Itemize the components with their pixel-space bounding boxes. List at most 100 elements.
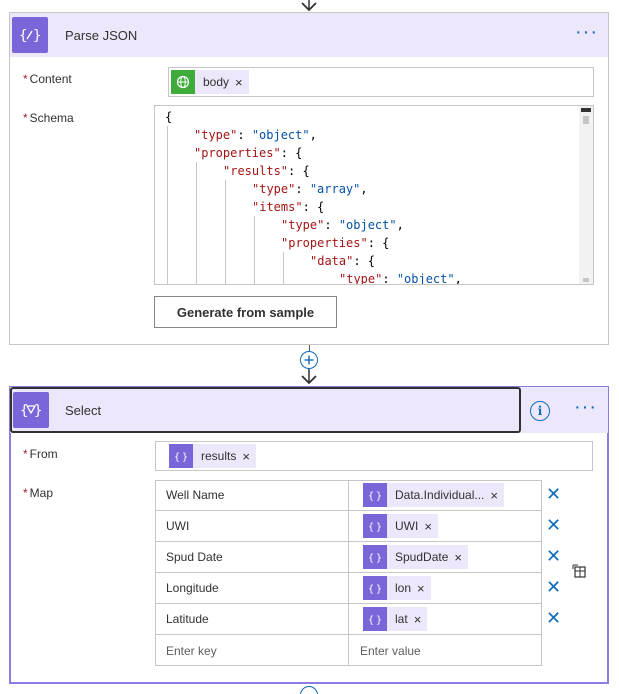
map-key-text: Well Name: [166, 488, 225, 502]
delete-row-icon[interactable]: ✕: [546, 485, 561, 503]
svg-text:}: }: [376, 553, 382, 563]
schema-code-line: "type": "object",: [281, 218, 404, 232]
schema-code-line: "type": "array",: [252, 182, 368, 196]
schema-editor[interactable]: { "type": "object", "properties": { "result…: [154, 105, 594, 285]
schema-code-line: "results": {: [223, 164, 310, 178]
card-title: Select: [65, 403, 102, 418]
select-card: { } Select i ··· * From {} results × * Map…: [9, 386, 609, 684]
remove-token-icon[interactable]: ×: [490, 488, 504, 503]
map-value-cell[interactable]: {} UWI ×: [349, 511, 542, 542]
more-options-icon[interactable]: ···: [575, 22, 598, 42]
map-label: * Map: [23, 486, 54, 500]
svg-text:}: }: [376, 615, 382, 625]
svg-text:{: {: [368, 615, 374, 625]
select-funnel-icon: { }: [13, 392, 49, 428]
svg-text:}: }: [34, 403, 42, 418]
map-table: Well Name {} Data.Individual... × UWI {} UWI × S…: [155, 480, 542, 666]
map-value-cell[interactable]: {} lat ×: [349, 604, 542, 635]
schema-code-line: "type": "object",: [194, 128, 317, 142]
card-title: Parse JSON: [65, 28, 138, 43]
map-key-text: Latitude: [166, 612, 209, 626]
content-label: * Content: [23, 72, 72, 86]
braces-icon: { }: [12, 17, 48, 53]
delete-row-icon[interactable]: ✕: [546, 609, 561, 627]
svg-text:}: }: [376, 491, 382, 501]
delete-row-icon[interactable]: ✕: [546, 547, 561, 565]
svg-text:{: {: [368, 584, 374, 594]
map-key-text: Longitude: [166, 581, 219, 595]
info-icon[interactable]: i: [530, 401, 550, 421]
svg-text:{: {: [368, 553, 374, 563]
delete-row-icon[interactable]: ✕: [546, 578, 561, 596]
body-token[interactable]: body ×: [171, 70, 249, 94]
svg-text:{: {: [20, 403, 28, 418]
globe-icon: [171, 70, 195, 94]
from-label: * From: [23, 447, 58, 461]
svg-text:}: }: [33, 28, 41, 43]
schema-code-line: "data": {: [310, 254, 376, 268]
select-header[interactable]: { } Select i ···: [10, 387, 608, 433]
parse-json-header[interactable]: { } Parse JSON ···: [10, 13, 608, 57]
generate-from-sample-button[interactable]: Generate from sample: [154, 296, 337, 328]
remove-token-icon[interactable]: ×: [242, 449, 256, 464]
map-value-token[interactable]: {} UWI ×: [363, 514, 438, 538]
key-placeholder: Enter key: [166, 643, 217, 658]
token-label: UWI: [395, 519, 419, 533]
remove-token-icon[interactable]: ×: [417, 581, 431, 596]
schema-code-line: "properties": {: [281, 236, 390, 250]
map-key-cell[interactable]: Longitude: [155, 573, 349, 604]
map-value-cell[interactable]: {} Data.Individual... ×: [349, 480, 542, 511]
indent-guide: [167, 126, 168, 284]
svg-text:{: {: [174, 452, 180, 462]
svg-text:}: }: [376, 522, 382, 532]
svg-text:}: }: [182, 452, 188, 462]
remove-token-icon[interactable]: ×: [414, 612, 428, 627]
value-placeholder: Enter value: [360, 643, 421, 658]
map-value-input[interactable]: Enter value: [349, 635, 542, 666]
token-label: lat: [395, 612, 408, 626]
map-value-cell[interactable]: {} SpudDate ×: [349, 542, 542, 573]
switch-to-text-mode-icon[interactable]: [572, 563, 588, 579]
svg-text:{: {: [368, 522, 374, 532]
indent-guide: [283, 252, 284, 284]
scrollbar[interactable]: [579, 106, 593, 284]
indent-guide: [196, 162, 197, 284]
map-key-cell[interactable]: Spud Date: [155, 542, 349, 573]
svg-text:{: {: [19, 28, 27, 43]
token-label: SpudDate: [395, 550, 449, 564]
add-step-icon[interactable]: [300, 686, 318, 694]
add-step-icon[interactable]: [300, 351, 318, 369]
schema-code-line: {: [165, 110, 173, 124]
from-input[interactable]: {} results ×: [155, 441, 593, 471]
braces-icon: {}: [363, 514, 387, 538]
map-value-token[interactable]: {} Data.Individual... ×: [363, 483, 504, 507]
map-value-token[interactable]: {} lat ×: [363, 607, 428, 631]
remove-token-icon[interactable]: ×: [235, 75, 249, 90]
schema-code-line: "type": "object",: [339, 272, 462, 285]
svg-text:}: }: [376, 584, 382, 594]
map-key-cell[interactable]: Latitude: [155, 604, 349, 635]
braces-icon: {}: [363, 483, 387, 507]
svg-text:{: {: [368, 491, 374, 501]
remove-token-icon[interactable]: ×: [424, 519, 438, 534]
token-label: Data.Individual...: [395, 488, 485, 502]
braces-icon: {}: [169, 444, 193, 468]
braces-icon: {}: [363, 545, 387, 569]
map-value-token[interactable]: {} lon ×: [363, 576, 431, 600]
remove-token-icon[interactable]: ×: [454, 550, 468, 565]
schema-code-line: "properties": {: [194, 146, 303, 160]
content-input[interactable]: body ×: [168, 67, 594, 97]
map-value-cell[interactable]: {} lon ×: [349, 573, 542, 604]
map-value-token[interactable]: {} SpudDate ×: [363, 545, 468, 569]
indent-guide: [225, 180, 226, 284]
token-label: body: [203, 75, 230, 89]
token-label: results: [201, 449, 237, 463]
map-key-cell[interactable]: Well Name: [155, 480, 349, 511]
indent-guide: [254, 216, 255, 284]
results-token[interactable]: {} results ×: [169, 444, 256, 468]
map-key-cell[interactable]: UWI: [155, 511, 349, 542]
more-options-icon[interactable]: ···: [574, 397, 597, 417]
map-key-input[interactable]: Enter key: [155, 635, 349, 666]
token-label: lon: [395, 581, 412, 595]
delete-row-icon[interactable]: ✕: [546, 516, 561, 534]
